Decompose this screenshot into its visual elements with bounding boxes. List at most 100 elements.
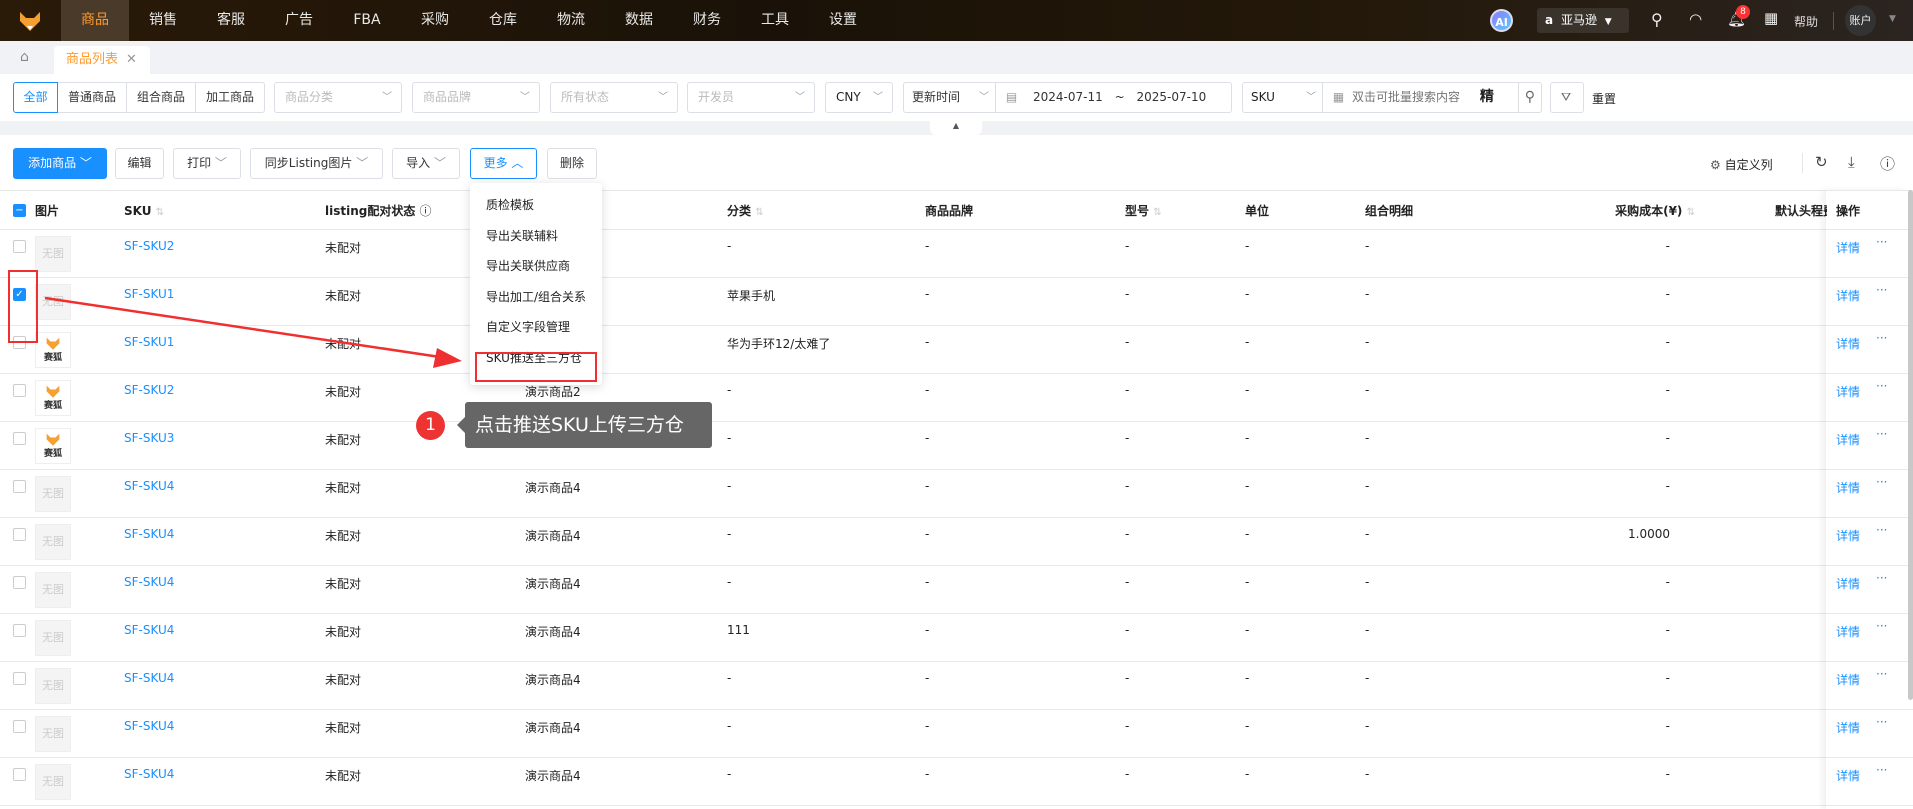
category-select[interactable]: 商品分类 ﹀ (274, 82, 402, 113)
row-checkbox[interactable] (13, 480, 26, 493)
nav-item[interactable]: 广告 (265, 0, 333, 41)
menu-item[interactable]: 自定义字段管理 (486, 318, 570, 335)
help-icon[interactable]: ⓘ (420, 204, 432, 218)
sync-listing-images-button[interactable]: 同步Listing图片 ﹀ (250, 148, 383, 179)
help-link[interactable]: 帮助 (1794, 13, 1818, 30)
ai-button[interactable]: AI (1490, 9, 1513, 32)
sku-link[interactable]: SF-SKU4 (124, 671, 174, 685)
combo-detail: - (1365, 335, 1370, 349)
nav-item[interactable]: 设置 (809, 0, 877, 41)
type-combo[interactable]: 组合商品 (127, 82, 196, 113)
product-image[interactable]: 赛狐 (35, 380, 71, 416)
caret-down-icon[interactable]: ▼ (1889, 14, 1896, 24)
nav-item[interactable]: 数据 (605, 0, 673, 41)
row-checkbox[interactable] (13, 672, 26, 685)
import-button[interactable]: 导入 ﹀ (392, 148, 460, 179)
sku-link[interactable]: SF-SKU4 (124, 767, 174, 781)
sort-icon[interactable]: ⇅ (156, 207, 164, 218)
date-range[interactable]: 更新时间 ﹀ ▤ 2024-07-11 ~ 2025-07-10 (903, 82, 1232, 113)
sku-link[interactable]: SF-SKU3 (124, 431, 174, 445)
row-checkbox[interactable] (13, 624, 26, 637)
print-button[interactable]: 打印 ﹀ (173, 148, 241, 179)
exact-toggle[interactable]: 精 (1480, 89, 1494, 105)
sort-icon[interactable]: ⇅ (1687, 207, 1695, 218)
currency-select[interactable]: CNY ﹀ (825, 82, 893, 113)
search-icon[interactable]: ⚲ (1517, 83, 1535, 112)
col-model[interactable]: 型号 ⇅ (1125, 191, 1162, 233)
sku-link[interactable]: SF-SKU4 (124, 527, 174, 541)
row-checkbox[interactable] (13, 720, 26, 733)
avatar[interactable]: 账户 (1845, 5, 1876, 36)
sku-link[interactable]: SF-SKU1 (124, 335, 174, 349)
time-type-select[interactable]: 更新时间 ﹀ (904, 83, 996, 112)
nav-item[interactable]: 工具 (741, 0, 809, 41)
sku-link[interactable]: SF-SKU4 (124, 623, 174, 637)
delete-button[interactable]: 删除 (547, 148, 597, 179)
chevron-down-icon: ﹀ (520, 92, 530, 103)
menu-item[interactable]: 导出关联供应商 (486, 257, 570, 274)
select-all-checkbox[interactable]: − (13, 204, 26, 217)
col-cost[interactable]: 采购成本(¥) ⇅ (1585, 191, 1695, 233)
vertical-scrollbar[interactable] (1908, 190, 1913, 700)
search-icon[interactable]: ⚲ (1651, 10, 1663, 29)
nav-item[interactable]: 财务 (673, 0, 741, 41)
store-selector[interactable]: a 亚马逊 ▼ (1537, 8, 1629, 33)
nav-item[interactable]: 物流 (537, 0, 605, 41)
col-sku[interactable]: SKU ⇅ (124, 191, 164, 233)
sku-link[interactable]: SF-SKU1 (124, 287, 174, 301)
collapse-toggle[interactable]: ▲ (930, 121, 982, 135)
chevron-down-icon: ﹀ (214, 156, 227, 170)
nav-item[interactable]: 仓库 (469, 0, 537, 41)
developer-select[interactable]: 开发员 ﹀ (687, 82, 815, 113)
nav-item[interactable]: FBA (333, 0, 401, 41)
sku-link[interactable]: SF-SKU4 (124, 479, 174, 493)
status-select[interactable]: 所有状态 ﹀ (550, 82, 678, 113)
headset-icon[interactable]: ◠ (1689, 10, 1702, 28)
help-icon[interactable]: ⓘ (1880, 153, 1895, 174)
home-icon[interactable]: ⌂ (20, 49, 29, 65)
tab-product-list[interactable]: 商品列表 ✕ (54, 46, 150, 74)
product-image[interactable]: 赛狐 (35, 332, 71, 368)
close-icon[interactable]: ✕ (126, 52, 137, 67)
more-button[interactable]: 更多 ︿ (470, 148, 537, 179)
nav-item[interactable]: 商品 (61, 0, 129, 41)
add-product-button[interactable]: 添加商品 ﹀ (13, 148, 107, 179)
col-category[interactable]: 分类 ⇅ (727, 191, 764, 233)
product-image[interactable]: 赛狐 (35, 428, 71, 464)
row-checkbox[interactable] (13, 432, 26, 445)
sort-icon[interactable]: ⇅ (755, 207, 763, 218)
row-checkbox[interactable] (13, 240, 26, 253)
type-all[interactable]: 全部 (13, 82, 58, 113)
type-processed[interactable]: 加工商品 (196, 82, 265, 113)
menu-item[interactable]: 导出关联辅料 (486, 227, 558, 244)
sku-link[interactable]: SF-SKU4 (124, 719, 174, 733)
sku-link[interactable]: SF-SKU4 (124, 575, 174, 589)
sku-link[interactable]: SF-SKU2 (124, 239, 174, 253)
row-checkbox[interactable] (13, 384, 26, 397)
batch-icon[interactable]: ▦ (1333, 90, 1344, 104)
refresh-icon[interactable]: ↻ (1815, 153, 1828, 171)
apps-grid-icon[interactable]: ▦ (1764, 9, 1778, 27)
nav-item[interactable]: 客服 (197, 0, 265, 41)
advanced-filter-button[interactable]: ⛛ (1550, 82, 1584, 113)
nav-item[interactable]: 采购 (401, 0, 469, 41)
sku-link[interactable]: SF-SKU2 (124, 383, 174, 397)
sort-icon[interactable]: ⇅ (1153, 207, 1161, 218)
search-box[interactable]: SKU﹀ ▦ 精 ⚲ (1242, 82, 1542, 113)
menu-item[interactable]: 导出加工/组合关系 (486, 288, 586, 305)
custom-columns-button[interactable]: ⚙ 自定义列 (1710, 156, 1773, 173)
search-input[interactable] (1352, 90, 1472, 104)
edit-button[interactable]: 编辑 (115, 148, 164, 179)
row-checkbox[interactable] (13, 528, 26, 541)
reset-button[interactable]: 重置 (1592, 90, 1616, 107)
download-icon[interactable]: ⤓ (1848, 153, 1855, 171)
search-field-select[interactable]: SKU ﹀ (1243, 83, 1323, 112)
menu-item[interactable]: 质检模板 (486, 196, 534, 213)
row-checkbox[interactable] (13, 768, 26, 781)
type-normal[interactable]: 普通商品 (58, 82, 127, 113)
product-name: 演示商品4 (525, 529, 581, 543)
logo-icon[interactable] (18, 9, 42, 33)
row-checkbox[interactable] (13, 576, 26, 589)
brand-select[interactable]: 商品品牌 ﹀ (412, 82, 540, 113)
nav-item[interactable]: 销售 (129, 0, 197, 41)
